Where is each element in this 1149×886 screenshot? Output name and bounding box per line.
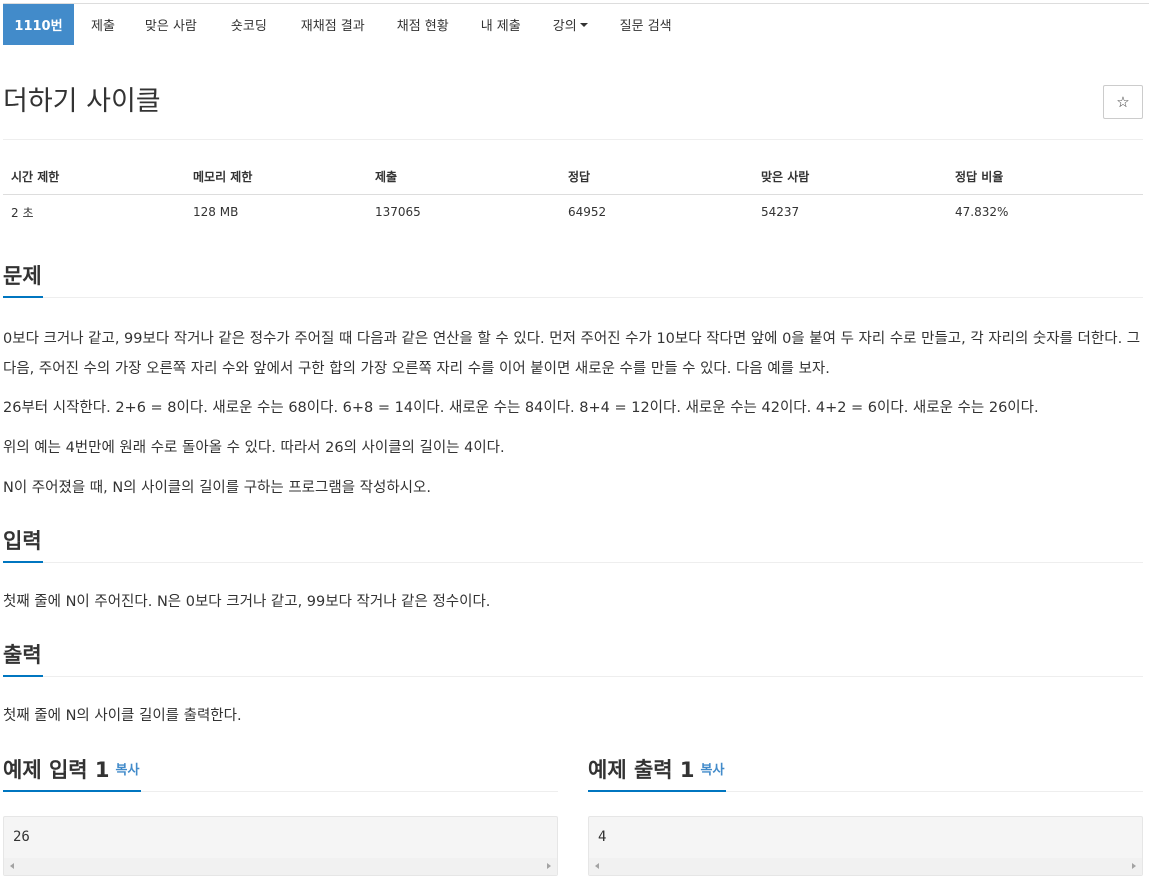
info-submissions: 137065 <box>375 205 421 220</box>
sample-input-text: 26 <box>13 829 30 845</box>
favorite-button[interactable]: ☆ <box>1103 85 1143 119</box>
scroll-right-icon[interactable] <box>1132 863 1136 869</box>
tab-question-search[interactable]: 질문 검색 <box>603 4 688 45</box>
problem-page: 1110번 제출 맞은 사람 숏코딩 재채점 결과 채점 현황 내 제출 강의 … <box>0 0 1149 886</box>
section-underline <box>3 790 141 792</box>
input-description: 첫째 줄에 N이 주어진다. N은 0보다 크거나 같고, 99보다 작거나 같… <box>3 594 491 610</box>
problem-info-table: 시간 제한 메모리 제한 제출 정답 맞은 사람 정답 비율 2 초 128 M… <box>3 160 1143 230</box>
tab-judge-status[interactable]: 채점 현황 <box>381 4 465 45</box>
info-accepted: 64952 <box>568 205 607 220</box>
sample-output-box[interactable]: 4 <box>588 816 1143 876</box>
tab-problem-number[interactable]: 1110번 <box>3 4 74 45</box>
section-underline <box>3 296 43 298</box>
tab-submit[interactable]: 제출 <box>74 4 129 45</box>
tab-rejudge-results[interactable]: 재채점 결과 <box>284 4 381 45</box>
sample-input-box[interactable]: 26 <box>3 816 558 876</box>
tab-my-submissions[interactable]: 내 제출 <box>465 4 537 45</box>
info-header-submissions: 제출 <box>367 160 560 195</box>
tab-lectures-dropdown[interactable]: 강의 <box>537 4 603 45</box>
section-underline <box>3 675 43 677</box>
title-divider <box>3 139 1143 140</box>
caret-down-icon <box>579 22 588 27</box>
info-value-row: 2 초 128 MB 137065 64952 54237 47.832% <box>3 194 1143 230</box>
info-header-accepted-users: 맞은 사람 <box>753 160 947 195</box>
section-divider <box>3 676 1143 677</box>
output-description: 첫째 줄에 N의 사이클 길이를 출력한다. <box>3 708 242 724</box>
output-heading: 출력 <box>3 643 42 667</box>
tab-lectures-label: 강의 <box>552 19 577 34</box>
section-divider <box>3 297 1143 298</box>
scroll-left-icon[interactable] <box>10 863 14 869</box>
sample-input-title: 예제 입력 1 <box>3 758 110 782</box>
info-header-accepted: 정답 <box>560 160 753 195</box>
info-header-accept-ratio: 정답 비율 <box>947 160 1143 195</box>
info-header-memory-limit: 메모리 제한 <box>185 160 367 195</box>
problem-paragraph-1: 0보다 크거나 같고, 99보다 작거나 같은 정수가 주어질 때 다음과 같은… <box>3 331 1141 377</box>
section-divider <box>3 562 1143 563</box>
scroll-left-icon[interactable] <box>595 863 599 869</box>
sample-output-scrollbar[interactable] <box>589 858 1142 875</box>
copy-sample-input-link[interactable]: 복사 <box>116 763 140 778</box>
problem-tabs: 1110번 제출 맞은 사람 숏코딩 재채점 결과 채점 현황 내 제출 강의 … <box>3 3 1149 45</box>
info-header-time-limit: 시간 제한 <box>3 160 185 195</box>
info-accept-ratio: 47.832% <box>955 205 1009 220</box>
star-icon: ☆ <box>1116 93 1130 111</box>
sample-input-scrollbar[interactable] <box>4 858 557 875</box>
scroll-right-icon[interactable] <box>547 863 551 869</box>
page-title: 더하기 사이클 <box>3 86 161 117</box>
problem-description-heading: 문제 <box>3 264 42 288</box>
info-header-row: 시간 제한 메모리 제한 제출 정답 맞은 사람 정답 비율 <box>3 160 1143 195</box>
problem-paragraph-3: 위의 예는 4번만에 원래 수로 돌아올 수 있다. 따라서 26의 사이클의 … <box>3 440 505 456</box>
input-heading: 입력 <box>3 529 42 553</box>
problem-paragraph-2: 26부터 시작한다. 2+6 = 8이다. 새로운 수는 68이다. 6+8 =… <box>3 400 1039 416</box>
sample-output-heading: 예제 출력 1 복사 <box>588 756 724 785</box>
sample-output-text: 4 <box>598 829 607 845</box>
section-underline <box>588 790 726 792</box>
tab-accepted-users[interactable]: 맞은 사람 <box>129 4 214 45</box>
copy-sample-output-link[interactable]: 복사 <box>701 763 725 778</box>
info-memory-limit: 128 MB <box>193 205 239 220</box>
info-accepted-users: 54237 <box>761 205 800 220</box>
sample-input-heading: 예제 입력 1 복사 <box>3 756 139 785</box>
problem-paragraph-4: N이 주어졌을 때, N의 사이클의 길이를 구하는 프로그램을 작성하시오. <box>3 480 431 496</box>
info-time-limit: 2 초 <box>11 205 34 220</box>
tab-short-coding[interactable]: 숏코딩 <box>214 4 284 45</box>
section-underline <box>3 561 43 563</box>
sample-output-title: 예제 출력 1 <box>588 758 695 782</box>
